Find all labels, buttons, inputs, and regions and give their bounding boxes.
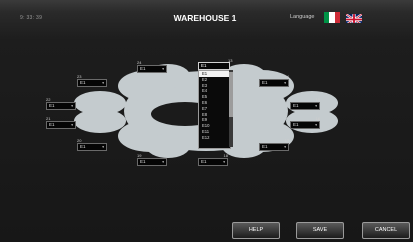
warehouse-screen: 9: 33: 39 WAREHOUSE 1 Language 24 E1 ▾ 2…	[0, 0, 413, 242]
slot-value: E1	[293, 122, 299, 127]
slot-14[interactable]: 14 E1 ▾	[259, 74, 289, 87]
chevron-down-icon: ▾	[315, 104, 317, 108]
cancel-button[interactable]: CANCEL	[362, 222, 410, 239]
slot-value: E1	[262, 144, 268, 149]
chevron-down-icon: ▾	[71, 123, 73, 127]
slot-value: E1	[49, 122, 55, 127]
slot-value: E1	[201, 63, 207, 68]
slot-15[interactable]: 15 E1 ▾	[290, 97, 320, 110]
slot-24[interactable]: 24 E1 ▾	[137, 60, 167, 73]
chevron-down-icon: ▾	[223, 160, 225, 164]
chevron-down-icon: ▾	[162, 67, 164, 71]
slot-value: E1	[262, 80, 268, 85]
slot-value: E1	[80, 144, 86, 149]
chevron-down-icon: ▾	[71, 104, 73, 108]
slot-value: E1	[140, 66, 146, 71]
slot-16[interactable]: 16 E1 ▾	[290, 116, 320, 129]
slot-20[interactable]: 20 E1 ▾	[77, 138, 107, 151]
save-button[interactable]: SAVE	[296, 222, 344, 239]
help-button[interactable]: HELP	[232, 222, 280, 239]
dropdown-option[interactable]: E12	[199, 135, 230, 141]
chevron-down-icon: ▾	[284, 81, 286, 85]
chevron-down-icon: ▾	[284, 145, 286, 149]
slot-13[interactable]: 13 E1	[198, 58, 232, 70]
chevron-down-icon: ▾	[102, 81, 104, 85]
slot-21[interactable]: 21 E1 ▾	[46, 116, 76, 129]
slot-19[interactable]: 19 E1 ▾	[137, 153, 167, 166]
chevron-down-icon: ▾	[315, 123, 317, 127]
slot-17[interactable]: 17 E1 ▾	[259, 138, 289, 151]
chevron-down-icon: ▾	[102, 145, 104, 149]
slot-value: E1	[49, 103, 55, 108]
slot-18[interactable]: 18 E1 ▾	[198, 153, 228, 166]
scrollbar-thumb[interactable]	[229, 72, 233, 117]
slot-value: E1	[201, 159, 207, 164]
slot-23[interactable]: 23 E1 ▾	[77, 74, 107, 87]
slot-value: E1	[140, 159, 146, 164]
chevron-down-icon: ▾	[162, 160, 164, 164]
dropdown-scrollbar[interactable]	[229, 70, 233, 147]
slot-value: E1	[80, 80, 86, 85]
slot-22[interactable]: 22 E1 ▾	[46, 97, 76, 110]
dropdown-list[interactable]: E1 E2 E3 E4 E5 E6 E7 E8 E9 E10 E11 E12	[198, 70, 231, 149]
slot-value: E1	[293, 103, 299, 108]
